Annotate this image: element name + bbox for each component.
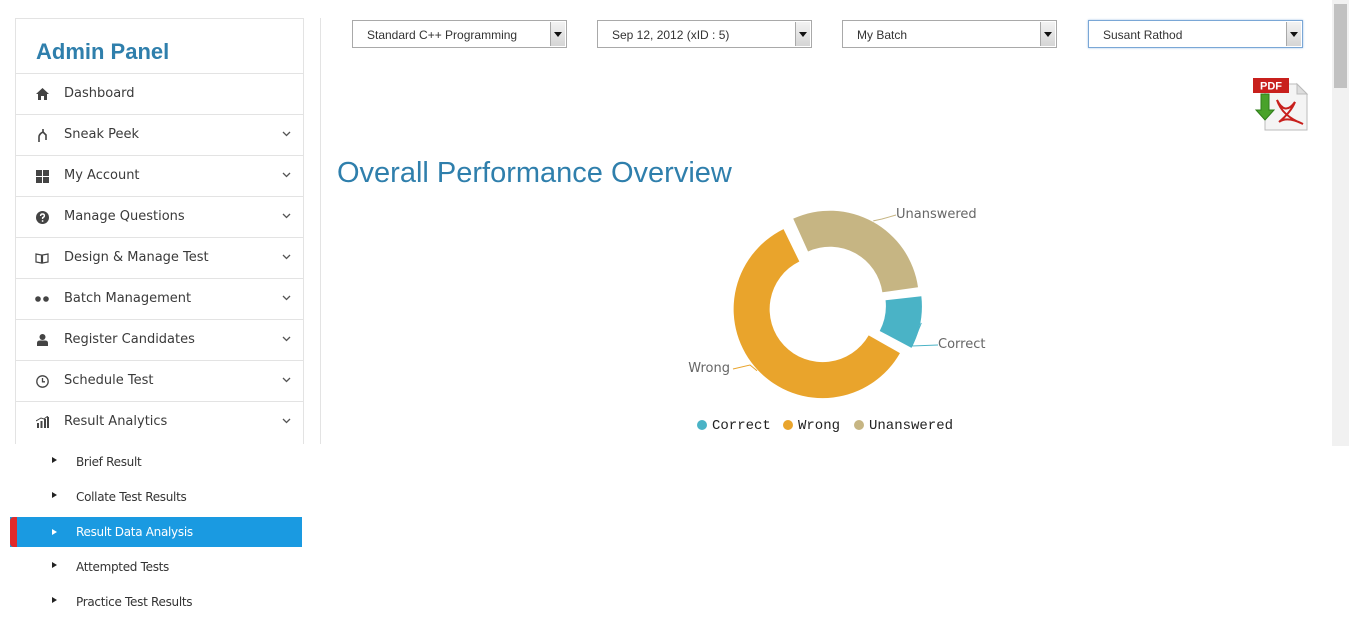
slice-label-correct: Correct: [938, 337, 985, 352]
brand-title: Admin Panel: [16, 19, 303, 74]
test-date-select-value: Sep 12, 2012 (xID : 5): [612, 28, 730, 42]
sidebar-item-label: Register Candidates: [64, 332, 195, 347]
caret-right-icon: [52, 597, 57, 603]
course-select[interactable]: Standard C++ Programming: [352, 20, 567, 48]
bar-chart-icon: [35, 415, 49, 429]
submenu-item-attempted-tests[interactable]: Attempted Tests: [10, 550, 302, 585]
branch-icon: [35, 128, 49, 142]
book-icon: [35, 251, 49, 265]
chevron-down-icon: [282, 172, 291, 178]
dropdown-arrow-icon[interactable]: [1286, 22, 1301, 46]
caret-right-icon: [52, 492, 57, 498]
chevron-down-icon: [282, 418, 291, 424]
legend-marker-wrong[interactable]: [783, 420, 793, 430]
grid-icon: [35, 169, 49, 183]
page-title: Overall Performance Overview: [337, 157, 732, 189]
legend-marker-correct[interactable]: [697, 420, 707, 430]
sidebar-item-label: Sneak Peek: [64, 127, 140, 142]
chart-slices: [733, 210, 922, 399]
donut-slice-unanswered[interactable]: [793, 210, 919, 293]
chevron-down-icon: [282, 377, 291, 383]
sidebar-item-design-manage-test[interactable]: Design & Manage Test: [16, 238, 303, 279]
dropdown-arrow-icon[interactable]: [550, 22, 565, 46]
legend-label-correct[interactable]: Correct: [712, 418, 771, 434]
course-select-value: Standard C++ Programming: [367, 28, 518, 42]
caret-right-icon: [52, 562, 57, 568]
sidebar-item-batch-management[interactable]: Batch Management: [16, 279, 303, 320]
legend-label-unanswered[interactable]: Unanswered: [869, 418, 953, 434]
candidate-select[interactable]: Susant Rathod: [1088, 20, 1303, 48]
chevron-down-icon: [282, 336, 291, 342]
submenu-item-label: Brief Result: [76, 455, 142, 469]
sidebar-item-label: My Account: [64, 168, 140, 183]
sidebar-item-label: Result Analytics: [64, 414, 168, 429]
batch-select-value: My Batch: [857, 28, 908, 42]
caret-right-icon: [52, 529, 57, 535]
submenu-item-practice-test-results[interactable]: Practice Test Results: [10, 585, 302, 620]
submenu-item-result-data-analysis[interactable]: Result Data Analysis: [10, 517, 302, 547]
sidebar-item-label: Schedule Test: [64, 373, 154, 388]
chevron-down-icon: [282, 254, 291, 260]
sidebar-item-label: Dashboard: [64, 86, 135, 101]
performance-donut-chart: Correct Wrong Unanswered Correct Wrong Unans…: [688, 207, 985, 434]
leader-line-wrong: [732, 364, 758, 372]
candidate-select-value: Susant Rathod: [1103, 28, 1183, 42]
slice-label-unanswered: Unanswered: [896, 207, 977, 222]
user-icon: [35, 333, 49, 347]
batch-select[interactable]: My Batch: [842, 20, 1057, 48]
dropdown-arrow-icon[interactable]: [795, 22, 810, 46]
submenu-item-label: Practice Test Results: [76, 595, 193, 609]
donut-slice-correct[interactable]: [879, 296, 922, 348]
test-date-select[interactable]: Sep 12, 2012 (xID : 5): [597, 20, 812, 48]
home-icon: [35, 87, 49, 101]
sidebar-item-dashboard[interactable]: Dashboard: [16, 74, 303, 115]
chevron-down-icon: [282, 295, 291, 301]
chevron-down-icon: [282, 131, 291, 137]
submenu-item-label: Collate Test Results: [76, 490, 187, 504]
sidebar-item-manage-questions[interactable]: Manage Questions: [16, 197, 303, 238]
submenu-item-label: Attempted Tests: [76, 560, 170, 574]
chart-legend: Correct Wrong Unanswered: [697, 418, 953, 434]
submenu-item-label: Result Data Analysis: [76, 525, 193, 539]
sidebar-item-label: Manage Questions: [64, 209, 185, 224]
pdf-label: PDF: [1260, 81, 1282, 93]
submenu-item-collate-test-results[interactable]: Collate Test Results: [10, 480, 302, 515]
pdf-download-icon[interactable]: PDF: [1251, 76, 1309, 132]
question-icon: [35, 210, 49, 224]
chevron-down-icon: [282, 213, 291, 219]
sidebar: Admin Panel Dashboard Sneak Peek My Acco…: [15, 18, 304, 444]
result-analytics-submenu: Brief Result Collate Test Results Result…: [10, 445, 302, 620]
sidebar-item-register-candidates[interactable]: Register Candidates: [16, 320, 303, 361]
sidebar-divider: [320, 18, 321, 444]
legend-label-wrong[interactable]: Wrong: [798, 418, 840, 434]
caret-right-icon: [52, 457, 57, 463]
dropdown-arrow-icon[interactable]: [1040, 22, 1055, 46]
clock-icon: [35, 374, 49, 388]
slice-label-wrong: Wrong: [688, 361, 730, 376]
leader-line-unanswered: [873, 214, 897, 222]
scrollbar-thumb[interactable]: [1334, 4, 1347, 88]
sidebar-item-sneak-peek[interactable]: Sneak Peek: [16, 115, 303, 156]
submenu-item-brief-result[interactable]: Brief Result: [10, 445, 302, 480]
sidebar-item-schedule-test[interactable]: Schedule Test: [16, 361, 303, 402]
sidebar-item-label: Batch Management: [64, 291, 192, 306]
sidebar-item-label: Design & Manage Test: [64, 250, 209, 265]
legend-marker-unanswered[interactable]: [854, 420, 864, 430]
sidebar-item-my-account[interactable]: My Account: [16, 156, 303, 197]
sidebar-item-result-analytics[interactable]: Result Analytics: [16, 402, 303, 443]
group-dots-icon: [35, 292, 49, 306]
